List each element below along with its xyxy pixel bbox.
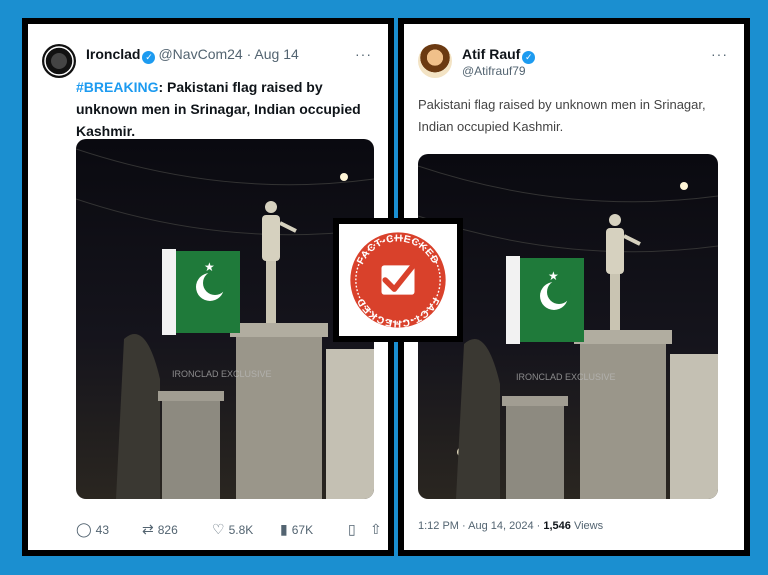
views-button[interactable]: ▮ 67K (280, 521, 313, 538)
left-author-name[interactable]: Ironclad (86, 46, 140, 62)
right-tweet-time[interactable]: 1:12 PM · Aug 14, 2024 · (418, 520, 543, 532)
share-icon: ⇧ (370, 521, 382, 537)
verified-badge-icon: ✓ (142, 51, 156, 64)
bookmark-icon: ▯ (348, 521, 356, 537)
right-tweet-text: Pakistani flag raised by unknown men in … (418, 97, 706, 134)
bookmark-button[interactable]: ▯ (348, 521, 356, 538)
reply-icon: ◯ (76, 521, 92, 537)
right-tweet-photo[interactable]: ★ IRONCLAD EXCLUSIVE (418, 154, 718, 499)
right-views-label: Views (570, 520, 604, 532)
right-tweet-header: Atif Rauf ✓ @Atifrauf79 ··· (418, 44, 732, 84)
share-button[interactable]: ⇧ (370, 521, 382, 538)
repost-button[interactable]: ⇄ 826 (142, 521, 178, 538)
fact-checked-stamp-frame: FACT-CHECKED FACT-CHECKED (333, 218, 463, 342)
fact-checked-stamp-icon: FACT-CHECKED FACT-CHECKED (350, 232, 446, 328)
reply-count: 43 (95, 522, 110, 537)
verified-badge-icon: ✓ (522, 51, 536, 64)
repost-count: 826 (157, 522, 178, 537)
left-tweet-date[interactable]: · Aug 14 (247, 46, 299, 62)
right-author-name[interactable]: Atif Rauf (462, 46, 520, 62)
views-count: 67K (291, 522, 314, 537)
left-tweet-actions: ◯ 43 ⇄ 826 ♡ 5.8K ▮ 67K ▯ ⇧ (76, 521, 382, 543)
right-avatar[interactable] (418, 44, 452, 78)
more-options-icon[interactable]: ··· (711, 46, 728, 62)
more-options-icon[interactable]: ··· (355, 46, 372, 62)
left-avatar[interactable] (42, 44, 76, 78)
right-photo-watermark: IRONCLAD EXCLUSIVE (516, 372, 616, 382)
fact-checked-stamp: FACT-CHECKED FACT-CHECKED (339, 224, 457, 336)
left-photo-watermark: IRONCLAD EXCLUSIVE (172, 369, 272, 379)
reply-button[interactable]: ◯ 43 (76, 521, 109, 538)
left-author-handle[interactable]: @NavCom24 (158, 46, 242, 62)
right-views-count: 1,546 (543, 520, 571, 532)
left-tweet-text: #BREAKING: Pakistani flag raised by unkn… (76, 76, 366, 142)
like-button[interactable]: ♡ 5.8K (212, 521, 253, 538)
right-author-handle[interactable]: @Atifrauf79 (462, 64, 526, 78)
svg-text:★: ★ (204, 260, 215, 274)
breaking-hashtag-link[interactable]: #BREAKING (76, 79, 158, 95)
like-count: 5.8K (228, 522, 254, 537)
left-tweet-photo[interactable]: ★ IRONCLAD EXCLUSIVE (76, 139, 374, 499)
right-tweet-meta: 1:12 PM · Aug 14, 2024 · 1,546 Views (418, 520, 603, 532)
like-icon: ♡ (212, 521, 225, 537)
views-icon: ▮ (280, 521, 288, 537)
repost-icon: ⇄ (142, 521, 154, 537)
svg-text:★: ★ (548, 269, 559, 283)
